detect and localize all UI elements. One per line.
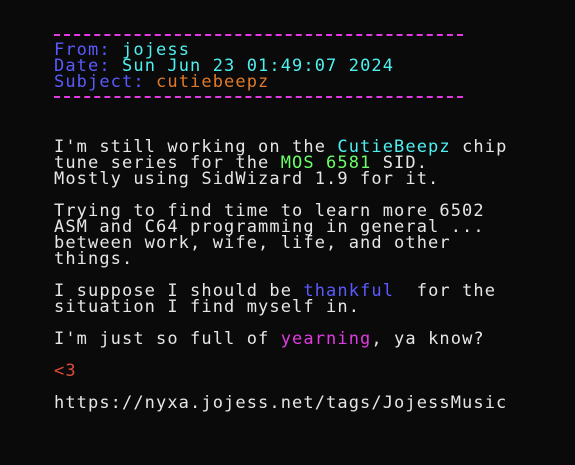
screen: From: jojess Date: Sun Jun 23 01:49:07 2…: [0, 0, 575, 465]
p3-line1-text-b: for the: [394, 281, 497, 301]
p4-text-a: I'm just so full of: [54, 329, 281, 349]
p3-line2: situation I find myself in.: [54, 297, 361, 317]
p2-line4: things.: [54, 249, 134, 269]
header-top-rule: [54, 34, 463, 36]
subject-label: Subject:: [54, 72, 145, 92]
p1-line1-text-b: chip: [450, 137, 508, 157]
heart-text: <3: [54, 361, 77, 381]
header-bottom-rule: [54, 96, 463, 98]
subject-line: Subject: cutiebeepz: [54, 72, 270, 92]
music-tag-link[interactable]: https://nyxa.jojess.net/tags/JojessMusic: [54, 395, 507, 412]
yearning-highlight: yearning: [280, 329, 372, 349]
p4-line: I'm just so full of yearning, ya know?: [54, 329, 485, 349]
p1-line3: Mostly using SidWizard 1.9 for it.: [54, 169, 440, 189]
subject-value: cutiebeepz: [156, 72, 270, 92]
p4-text-b: , ya know?: [371, 329, 485, 349]
